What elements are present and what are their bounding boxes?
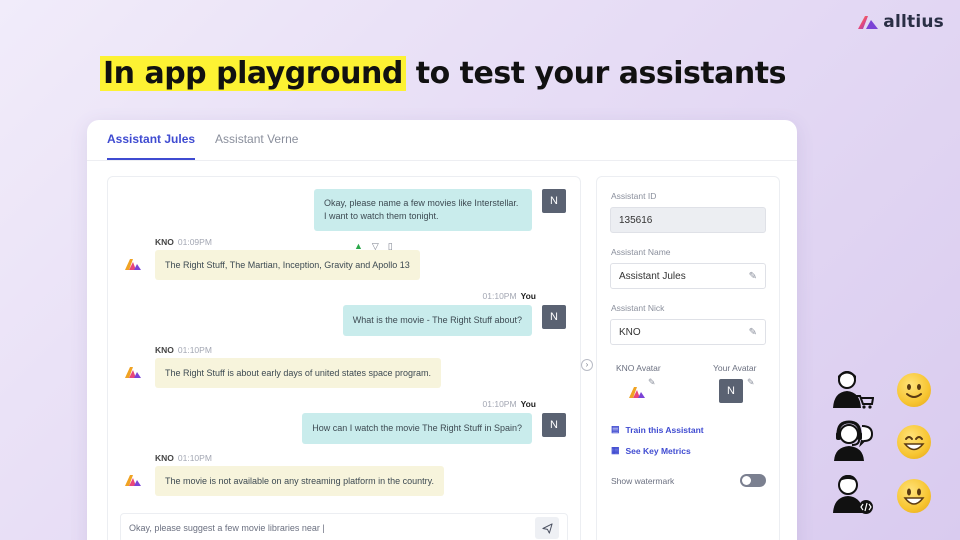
send-icon: [541, 522, 553, 534]
shopper-icon: [833, 371, 874, 409]
tabs-divider: [87, 160, 797, 161]
headline-highlight: In app playground: [100, 56, 406, 91]
kno-avatar-label: KNO Avatar: [616, 363, 661, 373]
message-time: 01:10PM: [482, 399, 517, 409]
user-sender: You: [520, 399, 536, 409]
assistant-name-label: Assistant Name: [611, 247, 671, 257]
message-text: I want to watch them tonight.: [324, 211, 439, 221]
user-sender: You: [520, 291, 536, 301]
edit-pencil-icon[interactable]: ✎: [749, 271, 757, 282]
headline-rest: to test your assistants: [405, 56, 787, 91]
assistant-nick-label: Assistant Nick: [611, 303, 665, 313]
send-button[interactable]: [535, 517, 559, 539]
bot-message-meta: KNO 01:10PM: [155, 453, 212, 463]
bot-message-bubble: The Right Stuff is about early days of u…: [155, 358, 441, 388]
chat-window: Okay, please name a few movies like Inte…: [107, 176, 581, 540]
chat-input[interactable]: [129, 523, 535, 533]
bot-message-meta: KNO 01:09PM: [155, 237, 212, 247]
bot-message-bubble: The movie is not available on any stream…: [155, 466, 444, 496]
edit-kno-avatar-icon[interactable]: ✎: [648, 377, 656, 388]
assistant-id-field: 135616: [610, 207, 766, 233]
assistant-id-value: 135616: [619, 214, 653, 226]
chat-input-box: [120, 513, 568, 540]
user-message: Okay, please name a few movies like Inte…: [314, 189, 566, 231]
user-avatar: N: [542, 413, 566, 437]
tab-assistant-verne[interactable]: Assistant Verne: [215, 120, 298, 160]
your-avatar[interactable]: N: [719, 379, 743, 403]
bot-sender: KNO: [155, 237, 174, 247]
bot-sender: KNO: [155, 453, 174, 463]
kno-avatar-icon: [125, 259, 141, 270]
grin-emoji: [897, 425, 931, 459]
your-avatar-label: Your Avatar: [713, 363, 757, 373]
assistant-nick-value: KNO: [619, 326, 641, 338]
collapse-panel-button[interactable]: ›: [581, 359, 593, 371]
big-smile-emoji: [897, 479, 931, 513]
bot-message-bubble: The Right Stuff, The Martian, Inception,…: [155, 250, 420, 280]
alltius-logo-icon: [858, 16, 879, 29]
assistant-nick-field[interactable]: KNO ✎: [610, 319, 766, 345]
message-time: 01:10PM: [482, 291, 517, 301]
assistant-id-label: Assistant ID: [611, 191, 657, 201]
user-message-bubble: Okay, please name a few movies like Inte…: [314, 189, 532, 231]
tab-assistant-jules[interactable]: Assistant Jules: [107, 120, 196, 160]
page-headline: In app playground to test your assistant…: [100, 56, 786, 91]
assistant-tabs: Assistant Jules Assistant Verne: [107, 120, 298, 160]
assistant-settings-panel: Assistant ID 135616 Assistant Name Assis…: [596, 176, 780, 540]
brand-name: alltius: [883, 12, 944, 32]
train-assistant-label: Train this Assistant: [625, 424, 704, 435]
support-agent-icon: [834, 420, 874, 461]
edit-pencil-icon[interactable]: ✎: [749, 327, 757, 338]
message-time: 01:10PM: [177, 345, 212, 355]
user-message: How can I watch the movie The Right Stuf…: [302, 413, 566, 444]
user-avatar: N: [542, 189, 566, 213]
edit-your-avatar-icon[interactable]: ✎: [747, 377, 755, 388]
user-message-meta: 01:10PM You: [483, 291, 536, 301]
message-time: 01:09PM: [177, 237, 212, 247]
playground-card: Assistant Jules Assistant Verne Okay, pl…: [87, 120, 797, 540]
user-message-meta: 01:10PM You: [483, 399, 536, 409]
slight-smile-emoji: [897, 373, 931, 407]
assistant-name-field[interactable]: Assistant Jules ✎: [610, 263, 766, 289]
message-text: Okay, please name a few movies like Inte…: [324, 198, 519, 208]
user-message: What is the movie - The Right Stuff abou…: [342, 305, 566, 336]
user-avatar: N: [542, 305, 566, 329]
key-metrics-link[interactable]: ▦ See Key Metrics: [611, 445, 691, 456]
key-metrics-label: See Key Metrics: [625, 445, 691, 456]
user-message-bubble: How can I watch the movie The Right Stuf…: [302, 413, 532, 444]
train-icon: ▤: [611, 424, 620, 434]
bot-sender: KNO: [155, 345, 174, 355]
train-assistant-link[interactable]: ▤ Train this Assistant: [611, 424, 704, 435]
developer-icon: [833, 475, 873, 514]
watermark-toggle[interactable]: [740, 474, 766, 487]
bot-message-meta: KNO 01:10PM: [155, 345, 212, 355]
metrics-icon: ▦: [611, 445, 620, 455]
kno-avatar-icon[interactable]: [628, 385, 646, 399]
assistant-name-value: Assistant Jules: [619, 270, 686, 282]
watermark-label: Show watermark: [611, 476, 675, 486]
user-message-bubble: What is the movie - The Right Stuff abou…: [342, 305, 532, 336]
kno-avatar-icon: [125, 367, 141, 378]
brand-logo: alltius: [857, 12, 944, 32]
kno-avatar-icon: [125, 475, 141, 486]
message-time: 01:10PM: [177, 453, 212, 463]
